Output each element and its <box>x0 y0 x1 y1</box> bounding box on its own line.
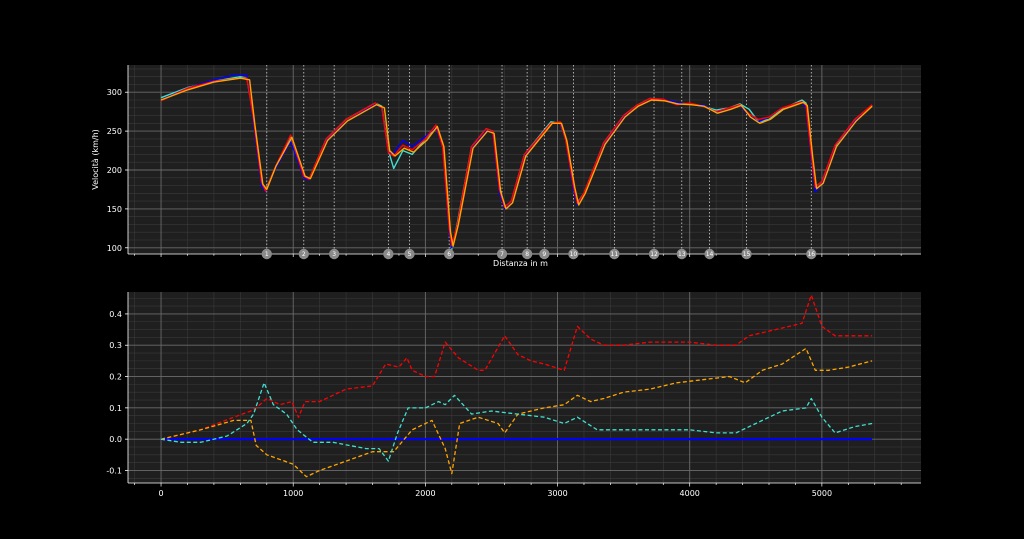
delta-y-tick-label: 0.3 <box>109 341 122 350</box>
corner-badge: 7 <box>496 248 508 260</box>
delta-y-tick-label: -0.1 <box>106 466 122 475</box>
corner-badge: 6 <box>443 248 455 260</box>
corner-badge: 12 <box>648 248 660 260</box>
speed-chart: 100150200250300 1 2 3 4 5 6 7 8 9 10 11 12 13 14 15 16 … <box>91 65 921 268</box>
delta-x-tick-label: 2000 <box>415 489 435 498</box>
corner-badge: 10 <box>568 248 579 260</box>
corner-badge: 11 <box>609 248 620 260</box>
delta-x-tick-label: 4000 <box>680 489 700 498</box>
speed-y-tick-label: 300 <box>107 88 122 97</box>
corner-badge-label: 9 <box>542 251 546 258</box>
lap-comparison-figure: 100150200250300 1 2 3 4 5 6 7 8 9 10 11 12 13 14 15 16 … <box>91 65 921 498</box>
delta-y-tick-label: 0.4 <box>109 310 122 319</box>
corner-badge-label: 16 <box>807 251 815 258</box>
corner-badge: 3 <box>328 248 340 260</box>
speed-x-axis-label: Distanza in m <box>493 259 548 268</box>
corner-badge-label: 15 <box>743 251 751 258</box>
delta-x-tick-label: 1000 <box>283 489 303 498</box>
corner-badge: 1 <box>261 248 272 260</box>
corner-badge: 15 <box>741 248 752 260</box>
speed-y-tick-label: 150 <box>107 205 122 214</box>
corner-badge: 16 <box>806 248 817 260</box>
corner-badge-label: 8 <box>525 251 529 258</box>
corner-badge: 9 <box>539 248 550 260</box>
corner-badge: 8 <box>521 248 533 260</box>
delta-y-tick-label: 0.0 <box>109 435 122 444</box>
corner-badge-label: 11 <box>611 251 619 258</box>
delta-y-tick-label: 0.1 <box>109 404 122 413</box>
corner-badge-label: 12 <box>650 251 658 258</box>
corner-badge-label: 3 <box>332 251 336 258</box>
speed-y-tick-label: 100 <box>107 244 122 253</box>
delta-x-tick-label: 0 <box>158 489 163 498</box>
corner-badge-label: 4 <box>386 251 390 258</box>
delta-x-tick-label: 3000 <box>547 489 567 498</box>
delta-chart: -0.1 0.0 0.1 0.2 0.3 0.4 0 1000 2000 3000 4000 5000 <box>106 292 921 498</box>
delta-y-tick-label: 0.2 <box>109 373 122 382</box>
corner-badge: 5 <box>404 248 415 260</box>
corner-badge-label: 7 <box>500 251 504 258</box>
delta-x-tick-label: 5000 <box>812 489 832 498</box>
delta-plot-area <box>128 292 921 483</box>
corner-badge-label: 10 <box>570 251 578 258</box>
corner-badge: 13 <box>676 248 687 260</box>
speed-y-tick-label: 250 <box>107 127 122 136</box>
corner-badge-label: 5 <box>408 251 412 258</box>
corner-badge: 2 <box>298 248 309 260</box>
corner-badge-label: 2 <box>302 251 306 258</box>
corner-badge-label: 13 <box>678 251 686 258</box>
corner-badge-label: 14 <box>706 251 714 258</box>
corner-badge: 4 <box>383 248 394 260</box>
speed-y-axis-label: Velocità (km/h) <box>91 129 100 190</box>
corner-badge-label: 1 <box>265 251 269 258</box>
speed-y-tick-label: 200 <box>107 166 122 175</box>
corner-badge-label: 6 <box>447 251 451 258</box>
corner-badge: 14 <box>704 248 715 260</box>
